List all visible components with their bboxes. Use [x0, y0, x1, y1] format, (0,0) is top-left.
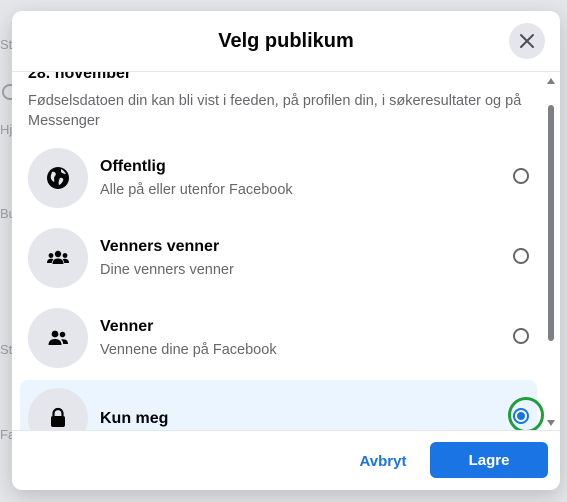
- scrollbar-thumb[interactable]: [548, 105, 554, 341]
- close-button[interactable]: [509, 23, 545, 59]
- dialog-title: Velg publikum: [218, 29, 354, 52]
- focus-ring: [508, 397, 544, 430]
- option-friends-of-friends[interactable]: Venners venner Dine venners venner: [20, 220, 537, 296]
- radio-public[interactable]: [513, 168, 529, 184]
- scrollbar[interactable]: [544, 72, 558, 430]
- background-text: St: [0, 37, 13, 52]
- scroll-down-arrow-icon[interactable]: [547, 420, 555, 426]
- friends-of-friends-icon: [47, 250, 69, 264]
- option-icon-wrap: [28, 308, 88, 368]
- close-icon: [520, 34, 534, 48]
- radio-friends-of-friends[interactable]: [513, 248, 529, 264]
- audience-dialog: Velg publikum 28. november Fødselsdatoen…: [12, 11, 560, 490]
- radio-friends[interactable]: [513, 328, 529, 344]
- option-icon-wrap: [28, 388, 88, 430]
- globe-icon: [47, 167, 69, 189]
- birthday-date: 28. november: [28, 72, 132, 82]
- option-sublabel: Vennene dine på Facebook: [100, 342, 277, 358]
- option-label: Offentlig: [100, 158, 166, 175]
- background-text: St: [0, 342, 13, 357]
- birthday-description: Fødselsdatoen din kan bli vist i feeden,…: [28, 93, 522, 129]
- option-friends[interactable]: Venner Vennene dine på Facebook: [20, 300, 537, 376]
- option-label: Kun meg: [100, 410, 169, 427]
- save-button[interactable]: Lagre: [430, 442, 548, 478]
- option-public[interactable]: Offentlig Alle på eller utenfor Facebook: [20, 140, 537, 216]
- option-label: Venner: [100, 318, 154, 335]
- option-sublabel: Alle på eller utenfor Facebook: [100, 182, 293, 198]
- option-icon-wrap: [28, 148, 88, 208]
- background-text: Hj: [0, 122, 13, 137]
- scroll-up-arrow-icon[interactable]: [547, 78, 555, 84]
- dialog-header: Velg publikum: [12, 11, 560, 72]
- option-only-me[interactable]: Kun meg: [20, 380, 544, 430]
- option-icon-wrap: [28, 228, 88, 288]
- friends-icon: [48, 330, 68, 345]
- lock-icon: [51, 407, 65, 427]
- option-sublabel: Dine venners venner: [100, 262, 234, 278]
- option-label: Venners venner: [100, 238, 220, 255]
- cancel-button[interactable]: Avbryt: [348, 443, 418, 479]
- audience-options-list[interactable]: 28. november Fødselsdatoen din kan bli v…: [12, 72, 560, 430]
- dialog-footer: Avbryt Lagre: [12, 430, 560, 490]
